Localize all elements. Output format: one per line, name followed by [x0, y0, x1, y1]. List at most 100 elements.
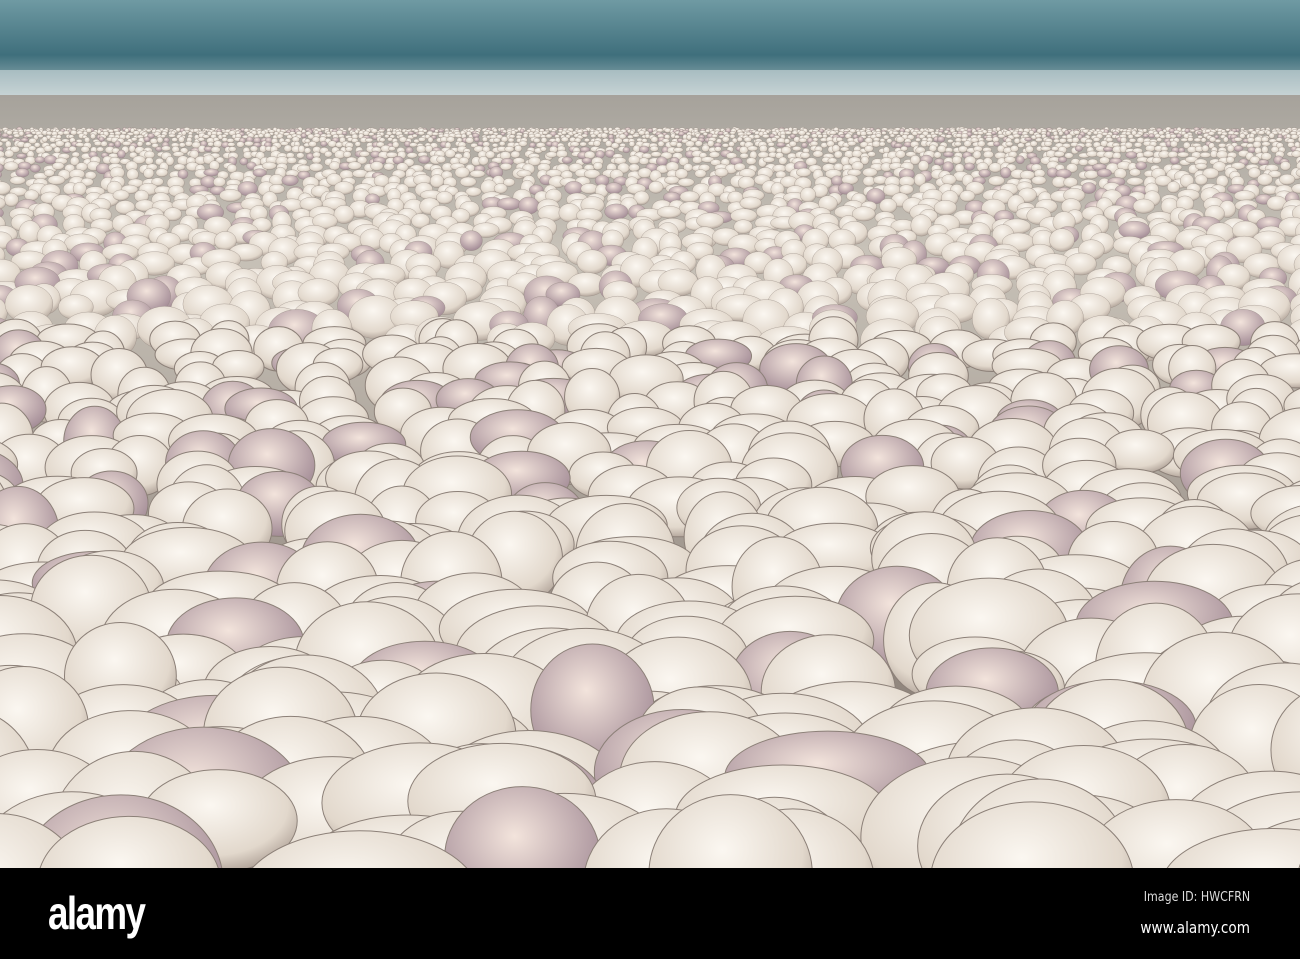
- shell: [728, 141, 735, 148]
- shell: [762, 134, 770, 139]
- shell: [1195, 162, 1208, 170]
- shell: [788, 140, 797, 147]
- shell: [632, 133, 640, 138]
- shell: [561, 156, 573, 164]
- shell: [418, 155, 431, 164]
- shell: [185, 140, 193, 147]
- shell: [239, 157, 249, 166]
- shell: [649, 145, 659, 152]
- shell: [800, 152, 811, 159]
- shell: [629, 130, 635, 135]
- shell: [1148, 133, 1155, 139]
- shell: [483, 131, 490, 136]
- shell: [71, 151, 80, 158]
- shell: [784, 138, 790, 144]
- shell: [679, 190, 700, 203]
- shell: [156, 136, 164, 144]
- shell: [507, 137, 515, 143]
- shell: [345, 146, 353, 152]
- shell: [281, 174, 299, 186]
- shell: [862, 167, 878, 178]
- shell: [590, 133, 597, 139]
- shell: [951, 155, 962, 165]
- shell: [627, 155, 641, 165]
- shell: [143, 167, 155, 179]
- shell: [114, 140, 121, 148]
- shell: [1201, 144, 1210, 153]
- shell: [485, 150, 496, 159]
- shell: [933, 200, 957, 216]
- shell: [694, 169, 707, 178]
- shell: [388, 146, 396, 152]
- shell: [581, 133, 588, 138]
- shell: [308, 141, 317, 148]
- shell: [605, 182, 623, 194]
- shell: [309, 162, 324, 172]
- shell: [283, 144, 293, 153]
- shell: [1187, 137, 1194, 142]
- shell: [1049, 228, 1075, 252]
- shell: [1074, 145, 1083, 152]
- shell: [96, 146, 104, 153]
- shell: [776, 142, 786, 148]
- shell: [1046, 131, 1051, 137]
- shell: [303, 147, 312, 154]
- shell: [954, 141, 962, 147]
- shell: [492, 128, 498, 133]
- shell: [1275, 137, 1283, 142]
- shell: [1214, 138, 1222, 143]
- shell: [817, 134, 823, 139]
- shell: [335, 141, 343, 148]
- shell: [43, 169, 55, 177]
- shell: [68, 145, 77, 153]
- shell: [561, 130, 567, 135]
- shell: [692, 156, 703, 164]
- shell: [378, 128, 385, 133]
- shell: [778, 156, 788, 165]
- shell: [1005, 141, 1014, 147]
- shell: [146, 128, 152, 133]
- shell: [1258, 130, 1265, 135]
- shell: [296, 152, 305, 159]
- shell: [714, 146, 722, 152]
- shell: [1015, 155, 1025, 165]
- shell: [221, 134, 227, 138]
- shell: [1013, 137, 1021, 144]
- shell: [866, 131, 873, 136]
- shell: [387, 137, 393, 142]
- shell: [685, 140, 695, 148]
- shell: [1234, 190, 1256, 202]
- shell: [784, 130, 792, 135]
- shell: [811, 133, 818, 139]
- shell: [1102, 146, 1114, 152]
- shell: [1132, 198, 1155, 214]
- shell: [3, 161, 19, 172]
- shell: [16, 153, 27, 159]
- shell: [985, 137, 994, 142]
- shell: [1012, 133, 1021, 139]
- shell: [359, 151, 370, 157]
- watermark-footer: alamy Image ID: HWCFRN www.alamy.com: [0, 868, 1300, 959]
- shell: [1135, 161, 1147, 171]
- shell: [792, 146, 802, 152]
- shell: [862, 176, 876, 187]
- shell: [1176, 133, 1182, 139]
- stock-photo-frame: alamy Image ID: HWCFRN www.alamy.com: [0, 0, 1300, 959]
- shell: [1169, 156, 1180, 165]
- shell: [1145, 144, 1156, 152]
- shell: [736, 136, 743, 142]
- shell: [648, 181, 664, 194]
- shell: [739, 196, 762, 210]
- shell: [478, 156, 489, 166]
- shell: [1031, 175, 1047, 185]
- shell: [168, 133, 176, 138]
- shell: [362, 130, 370, 136]
- shell: [657, 206, 682, 219]
- shell: [801, 142, 808, 149]
- shell: [143, 136, 151, 142]
- shell: [55, 140, 65, 147]
- shell: [810, 140, 819, 147]
- shell: [1196, 131, 1203, 135]
- shell: [593, 161, 603, 171]
- shell: [4, 149, 15, 158]
